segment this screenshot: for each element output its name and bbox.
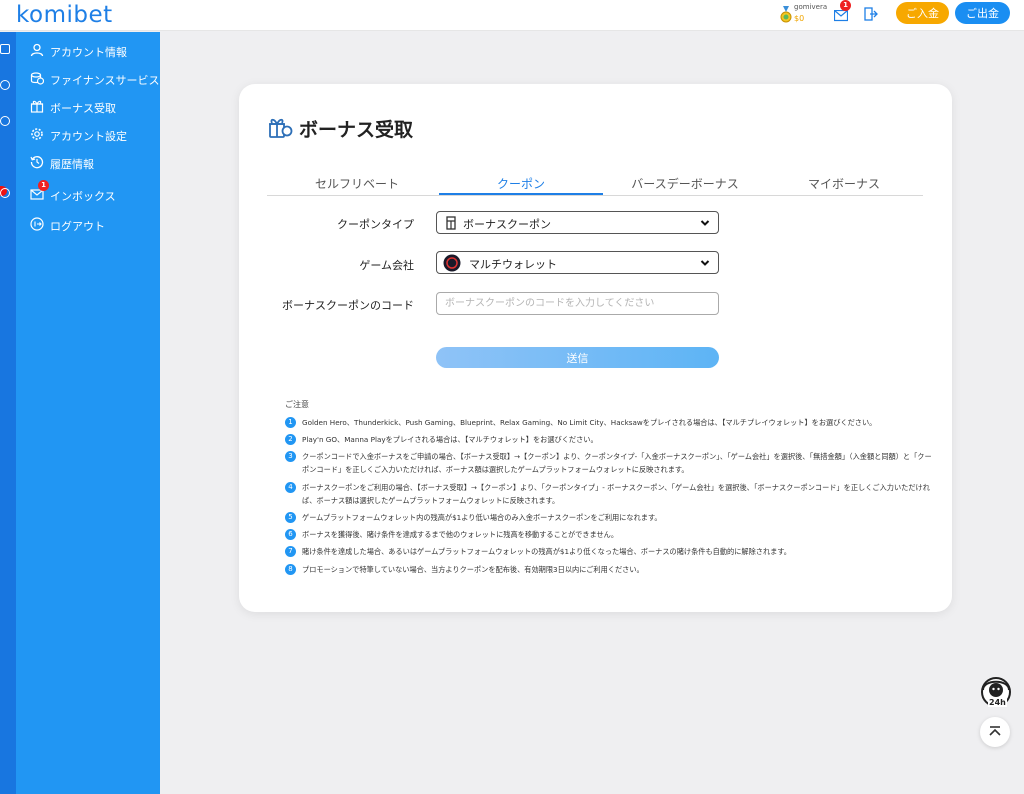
note-number: 2	[285, 434, 296, 445]
active-tab-indicator	[439, 193, 603, 195]
history-icon	[30, 156, 44, 169]
balance: $0	[794, 14, 805, 23]
coupon-type-select[interactable]: ボーナスクーポン	[436, 211, 719, 234]
note-number: 1	[285, 417, 296, 428]
medal-icon	[780, 6, 792, 23]
note-text: ゲームプラットフォームウォレット内の残高が$1より低い場合のみ入金ボーナスクーポ…	[302, 513, 662, 522]
user-account-widget[interactable]: gomivera $0	[778, 3, 828, 27]
submit-button[interactable]: 送信	[436, 347, 719, 368]
bonus-card: ボーナス受取 セルフリベート クーポン バースデーボーナス マイボーナス クーポ…	[239, 84, 952, 612]
arrow-up-icon	[989, 726, 1001, 736]
account-sidebar: アカウント情報 ファイナンスサービス ボーナス受取 アカウント設定 履歴情報 1…	[16, 32, 160, 794]
provider-label: ゲーム会社	[359, 259, 414, 272]
sidebar-item-label: インボックス	[50, 190, 116, 203]
sidebar-item-label: アカウント設定	[50, 130, 127, 143]
mail-button[interactable]: 1	[834, 0, 851, 22]
notes-title: ご注意	[285, 400, 309, 409]
note-text: Play'n GO、Manna Playをプレイされる場合は、【マルチウォレット…	[302, 435, 598, 444]
tab-coupon[interactable]: クーポン	[439, 175, 603, 192]
sidebar-item-account-info[interactable]: アカウント情報	[16, 39, 160, 63]
chevron-down-icon	[700, 260, 710, 266]
sidebar-item-label: ボーナス受取	[50, 102, 116, 115]
user-icon	[30, 43, 44, 57]
gift-icon	[30, 100, 44, 113]
coupon-type-label: クーポンタイプ	[337, 218, 414, 231]
sidebar-item-label: ファイナンスサービス	[50, 74, 160, 87]
share-icon[interactable]	[0, 116, 10, 126]
provider-select[interactable]: マルチウォレット	[436, 251, 719, 274]
support-24h-button[interactable]: 24h	[979, 676, 1013, 712]
provider-value: マルチウォレット	[469, 258, 557, 271]
back-to-top-button[interactable]	[980, 717, 1010, 747]
note-text: クーポンコードで入金ボーナスをご申請の場合、【ボーナス受取】→【クーポン】より、…	[302, 452, 932, 474]
sidebar-item-finance[interactable]: ファイナンスサービス	[16, 67, 160, 91]
coins-icon	[30, 72, 44, 85]
collapsed-nav-bar	[0, 32, 16, 794]
withdraw-button[interactable]: ご出金	[955, 2, 1010, 24]
logout-icon[interactable]	[864, 7, 878, 21]
note-text: Golden Hero、Thunderkick、Push Gaming、Blue…	[302, 418, 877, 427]
mail-badge: 1	[840, 0, 851, 11]
sidebar-item-logout[interactable]: ログアウト	[16, 213, 160, 237]
info-icon[interactable]	[0, 188, 10, 198]
tab-self-rebate[interactable]: セルフリベート	[275, 175, 439, 192]
bonus-title-icon	[269, 118, 293, 138]
sidebar-item-history[interactable]: 履歴情報	[16, 151, 160, 175]
page-title: ボーナス受取	[299, 119, 414, 141]
profile-icon[interactable]	[0, 80, 10, 90]
top-header: komibet gomivera $0 1 ご入金 ご出金	[0, 0, 1024, 31]
note-number: 3	[285, 451, 296, 462]
multi-wallet-icon	[443, 254, 461, 272]
sidebar-item-label: ログアウト	[50, 220, 105, 233]
note-text: 賭け条件を達成した場合、あるいはゲームプラットフォームウォレットの残高が$1より…	[302, 547, 791, 556]
note-number: 8	[285, 564, 296, 575]
inbox-badge: 1	[38, 180, 49, 191]
dashboard-icon[interactable]	[0, 44, 10, 54]
bonus-tabs: セルフリベート クーポン バースデーボーナス マイボーナス	[267, 172, 923, 196]
sidebar-item-bonus[interactable]: ボーナス受取	[16, 95, 160, 119]
mail-icon	[834, 10, 848, 22]
komibet-logo[interactable]: komibet	[16, 2, 113, 28]
coupon-code-label: ボーナスクーポンのコード	[282, 299, 414, 312]
deposit-button[interactable]: ご入金	[896, 2, 949, 24]
note-text: ボーナスを獲得後、賭け条件を達成するまで他のウォレットに残高を移動することができ…	[302, 530, 619, 539]
note-text: プロモーションで特筆していない場合、当方よりクーポンを配布後、有効期限3日以内に…	[302, 565, 644, 574]
sidebar-item-label: アカウント情報	[50, 46, 127, 59]
chevron-down-icon	[700, 220, 710, 226]
note-number: 7	[285, 546, 296, 557]
sidebar-item-label: 履歴情報	[50, 158, 94, 171]
coupon-type-value: ボーナスクーポン	[463, 218, 551, 231]
gear-icon	[31, 128, 43, 140]
support-label: 24h	[988, 698, 1007, 707]
note-text: ボーナスクーポンをご利用の場合、【ボーナス受取】→【クーポン】より、「クーポンタ…	[302, 483, 930, 505]
coupon-code-input[interactable]	[436, 292, 719, 315]
sidebar-item-settings[interactable]: アカウント設定	[16, 123, 160, 147]
sidebar-item-inbox[interactable]: 1 インボックス	[16, 180, 160, 207]
tab-my-bonus[interactable]: マイボーナス	[762, 175, 926, 192]
note-number: 6	[285, 529, 296, 540]
tab-birthday-bonus[interactable]: バースデーボーナス	[603, 175, 767, 192]
note-number: 4	[285, 482, 296, 493]
logout-icon	[30, 217, 44, 231]
note-number: 5	[285, 512, 296, 523]
username: gomivera	[794, 3, 828, 11]
coupon-icon	[446, 216, 456, 230]
